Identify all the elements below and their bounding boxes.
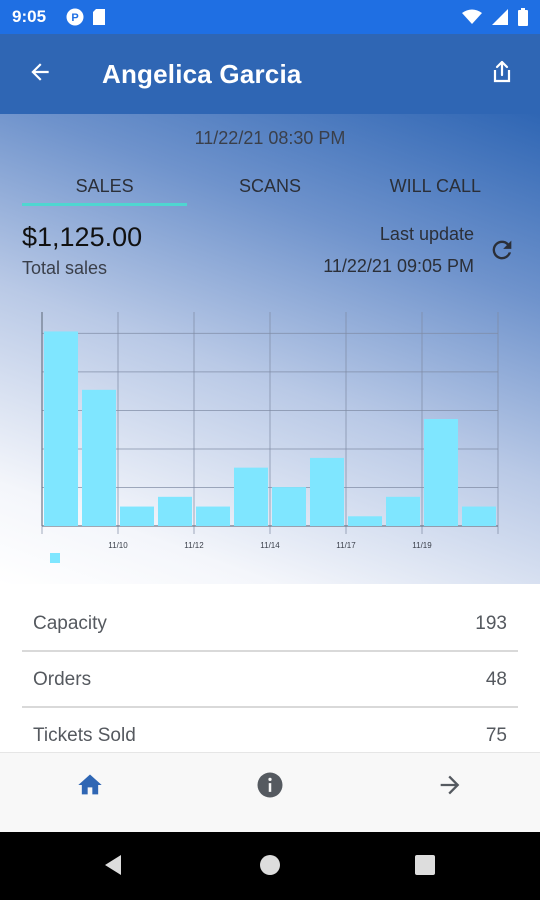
chart-bar <box>348 516 382 526</box>
chart-bar <box>310 457 344 526</box>
bottom-nav <box>0 752 540 833</box>
stat-label: Orders <box>33 669 92 690</box>
system-back-button[interactable] <box>98 852 128 882</box>
status-time: 9:05 <box>12 7 47 26</box>
stat-label: Capacity <box>33 613 107 634</box>
stat-value: 48 <box>485 669 507 690</box>
event-datetime: 11/22/21 08:30 PM <box>194 128 346 148</box>
chart-bar <box>196 506 230 526</box>
x-tick-label: 11/10 <box>108 541 128 550</box>
x-tick-label: 11/19 <box>412 541 432 550</box>
total-sales-label: Total sales <box>22 258 108 278</box>
svg-text:P: P <box>71 12 78 24</box>
stat-row-capacity: Capacity 193 <box>22 596 518 652</box>
x-tick-label: 11/17 <box>336 541 356 550</box>
nav-home-button[interactable] <box>70 767 110 807</box>
nav-info-button[interactable] <box>250 767 290 807</box>
chart-bar <box>234 467 268 526</box>
chart-bar <box>44 331 78 526</box>
tab-scans[interactable]: SCANS <box>187 168 352 206</box>
x-tick-label: 11/14 <box>260 541 280 550</box>
total-sales-amount: $1,125.00 <box>22 222 143 252</box>
chart-bar <box>158 496 192 526</box>
refresh-icon <box>488 240 516 268</box>
tab-will-call[interactable]: WILL CALL <box>353 168 518 206</box>
wifi-icon <box>462 9 482 30</box>
back-triangle-icon <box>101 853 125 882</box>
chart-bar <box>82 389 116 526</box>
x-tick-label: 11/12 <box>184 541 204 550</box>
stat-row-orders: Orders 48 <box>22 652 518 708</box>
page-title: Angelica Garcia <box>102 59 302 89</box>
chart-bar <box>424 419 458 526</box>
sales-chart: 11/10 11/12 11/14 11/17 11/19 <box>41 312 499 563</box>
status-bar: 9:05 P <box>0 0 540 34</box>
app-bar: Angelica Garcia <box>0 34 540 114</box>
nav-forward-button[interactable] <box>430 767 470 807</box>
share-button[interactable] <box>484 56 520 92</box>
stat-value: 193 <box>475 613 507 634</box>
last-update-label: Last update <box>379 224 474 244</box>
chart-bar <box>120 506 154 526</box>
chart-bar <box>272 487 306 526</box>
info-icon <box>255 770 285 805</box>
back-button[interactable] <box>22 56 58 92</box>
arrow-forward-icon <box>436 771 464 804</box>
arrow-back-icon <box>27 59 53 90</box>
chart-bar <box>386 496 420 526</box>
p-badge-icon: P <box>66 8 84 31</box>
sd-card-icon <box>92 8 106 31</box>
home-icon <box>76 771 104 804</box>
chart-bar <box>462 506 496 526</box>
stat-value: 75 <box>485 725 507 746</box>
home-circle-icon <box>258 853 282 882</box>
refresh-button[interactable] <box>488 236 516 264</box>
stats-list: Capacity 193 Orders 48 Tickets Sold 75 <box>0 596 540 764</box>
tab-bar: SALES SCANS WILL CALL <box>22 168 518 206</box>
stat-label: Tickets Sold <box>33 725 136 746</box>
system-nav-bar <box>0 832 540 900</box>
legend-swatch <box>50 553 60 563</box>
signal-icon <box>492 9 508 30</box>
system-recents-button[interactable] <box>410 852 440 882</box>
share-icon <box>491 60 513 89</box>
tab-sales[interactable]: SALES <box>22 168 188 206</box>
battery-icon <box>518 8 528 31</box>
last-update-value: 11/22/21 09:05 PM <box>323 256 474 276</box>
system-home-button[interactable] <box>255 852 285 882</box>
recents-square-icon <box>413 853 437 882</box>
